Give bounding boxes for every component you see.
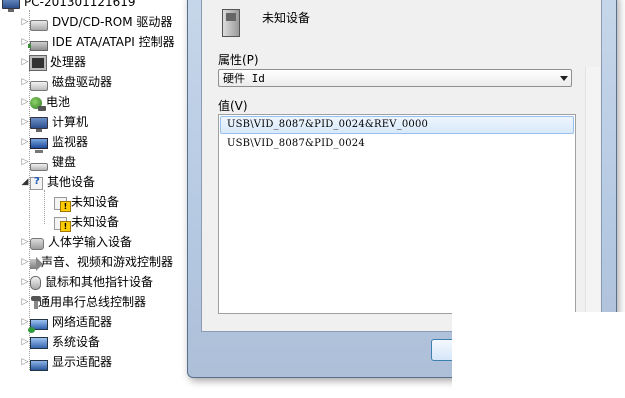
tree-root-label: PC-201301121619: [24, 0, 136, 9]
expand-arrow-icon[interactable]: ▷: [20, 353, 30, 371]
property-label: 属性(P): [218, 53, 259, 67]
computer-icon: [30, 117, 48, 132]
tree-item-processor[interactable]: ▷ 处理器: [20, 53, 86, 71]
expand-arrow-icon[interactable]: ▷: [20, 253, 30, 271]
sound-icon: [30, 257, 43, 271]
computer-icon: [2, 0, 20, 12]
system-device-icon: [30, 337, 48, 349]
tree-item-label: 未知设备: [71, 215, 120, 229]
disk-drive-icon: [30, 81, 48, 91]
tree-item-label: 电池: [46, 95, 71, 109]
tree-item-ide[interactable]: ▷ IDE ATA/ATAPI 控制器: [20, 33, 175, 51]
monitor-icon: [30, 137, 48, 153]
device-name: 未知设备: [262, 11, 311, 25]
expand-arrow-icon[interactable]: ▷: [20, 333, 30, 351]
tree-item-usb[interactable]: ▷ 通用串行总线控制器: [20, 293, 146, 311]
tree-item-network[interactable]: ▷ 网络适配器: [20, 313, 113, 333]
expand-arrow-icon[interactable]: ▷: [20, 293, 30, 311]
usb-icon: [31, 296, 41, 309]
tree-item-label: 人体学输入设备: [48, 235, 133, 249]
display-adapter-icon: [30, 359, 48, 371]
property-select-value: 硬件 Id: [223, 72, 265, 85]
tree-item-mouse[interactable]: ▷ 鼠标和其他指针设备: [20, 273, 153, 291]
tree-item-label: 计算机: [52, 115, 89, 129]
hid-icon: [30, 238, 44, 250]
network-adapter-icon: [28, 318, 48, 333]
unknown-device-icon: [218, 9, 242, 37]
expand-arrow-icon[interactable]: ▷: [20, 153, 30, 171]
tree-item-label: 鼠标和其他指针设备: [45, 275, 154, 289]
chevron-down-icon[interactable]: [560, 76, 568, 81]
other-devices-icon: [30, 176, 43, 190]
tree-item-label: 显示适配器: [52, 355, 113, 369]
expand-arrow-icon[interactable]: ▷: [20, 33, 30, 51]
tree-item-system[interactable]: ▷ 系统设备: [20, 333, 100, 351]
tree-item-disk[interactable]: ▷ 磁盘驱动器: [20, 73, 112, 91]
dvd-drive-icon: [30, 19, 48, 31]
tree-guide: [44, 190, 45, 224]
ide-controller-icon: [28, 41, 48, 51]
tree-item-label: 磁盘驱动器: [52, 75, 113, 89]
tree-item-label: 网络适配器: [52, 315, 113, 329]
value-label: 值(V): [218, 99, 248, 113]
expand-arrow-icon[interactable]: ▷: [20, 273, 30, 291]
tree-item-label: 系统设备: [52, 335, 101, 349]
tree-item-monitor[interactable]: ▷ 监视器: [20, 133, 89, 153]
tree-root[interactable]: PC-201301121619: [0, 0, 136, 12]
expand-arrow-icon[interactable]: ▷: [20, 73, 30, 91]
expand-arrow-icon[interactable]: ▷: [20, 53, 30, 71]
tree-item-sound[interactable]: ▷ 声音、视频和游戏控制器: [20, 253, 173, 271]
tree-item-label: DVD/CD-ROM 驱动器: [52, 15, 173, 29]
scrollbar[interactable]: [585, 67, 600, 327]
cropped-area: [452, 312, 625, 398]
tree-item-keyboard[interactable]: ▷ 键盘: [20, 153, 76, 171]
property-select[interactable]: 硬件 Id: [218, 69, 572, 87]
list-item[interactable]: USB\VID_8087&PID_0024: [220, 135, 574, 153]
tree-item-label: 其他设备: [47, 175, 96, 189]
expand-arrow-icon[interactable]: ▷: [20, 13, 30, 31]
unknown-device-warning-icon: [54, 196, 71, 212]
tree-item-display[interactable]: ▷ 显示适配器: [20, 353, 112, 371]
expand-arrow-icon[interactable]: ▷: [20, 233, 30, 251]
tree-item-unknown-device-2[interactable]: 未知设备: [54, 213, 120, 232]
tree-item-hid[interactable]: ▷ 人体学输入设备: [20, 233, 132, 251]
details-tab-panel: 未知设备 属性(P) 硬件 Id 值(V) USB\VID_8087&PID_0…: [201, 0, 602, 332]
value-list[interactable]: USB\VID_8087&PID_0024&REV_0000 USB\VID_8…: [218, 114, 576, 314]
tree-item-label: 通用串行总线控制器: [38, 295, 147, 309]
expand-arrow-icon[interactable]: ▷: [20, 93, 30, 111]
tree-item-unknown-device-1[interactable]: 未知设备: [54, 193, 120, 212]
tree-item-battery[interactable]: ▷ 电池: [20, 93, 70, 111]
collapse-arrow-icon[interactable]: ◢: [20, 173, 30, 191]
tree-item-computer[interactable]: ▷ 计算机: [20, 113, 89, 132]
expand-arrow-icon[interactable]: ▷: [20, 113, 30, 131]
tree-item-other-devices[interactable]: ◢ 其他设备: [20, 173, 95, 191]
list-item[interactable]: USB\VID_8087&PID_0024&REV_0000: [220, 116, 574, 134]
tree-item-label: IDE ATA/ATAPI 控制器: [52, 35, 175, 49]
battery-icon: [30, 97, 46, 111]
tree-item-label: 声音、视频和游戏控制器: [41, 255, 174, 269]
unknown-device-warning-icon: [54, 216, 71, 232]
processor-icon: [30, 56, 46, 70]
tree-item-label: 监视器: [52, 135, 89, 149]
device-tree: PC-201301121619 ▷ DVD/CD-ROM 驱动器 ▷ IDE A…: [0, 0, 195, 398]
tree-item-dvd[interactable]: ▷ DVD/CD-ROM 驱动器: [20, 13, 172, 31]
tree-item-label: 处理器: [50, 55, 87, 69]
expand-arrow-icon[interactable]: ▷: [20, 133, 30, 151]
keyboard-icon: [30, 163, 48, 171]
tree-item-label: 键盘: [52, 155, 77, 169]
mouse-icon: [30, 276, 41, 290]
tree-item-label: 未知设备: [71, 195, 120, 209]
